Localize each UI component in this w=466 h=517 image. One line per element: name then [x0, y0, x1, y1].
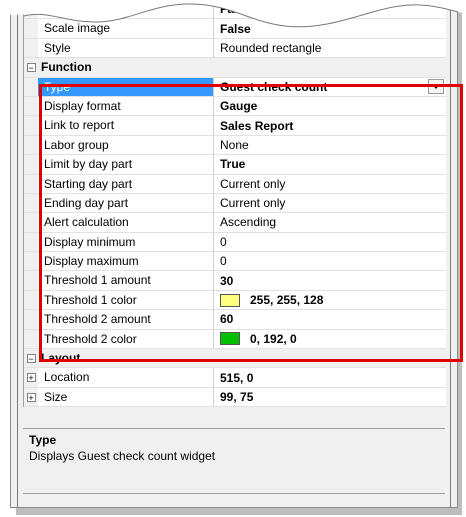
property-value[interactable]: Current only	[214, 175, 446, 193]
property-name: Threshold 1 amount	[38, 271, 214, 290]
property-row-size[interactable]: + Size 99, 75	[24, 387, 446, 408]
property-name: Link to report	[38, 116, 214, 135]
property-name: Style	[38, 38, 214, 58]
row-gutter: −	[24, 58, 38, 77]
property-row-location[interactable]: + Location 515, 0	[24, 368, 446, 388]
property-value[interactable]: Current only	[214, 194, 446, 212]
color-swatch[interactable]	[220, 293, 240, 307]
row-gutter: −	[24, 349, 38, 368]
property-value[interactable]: 0	[214, 233, 446, 251]
property-name: Ending day part	[38, 193, 214, 213]
category-function[interactable]: − Function	[24, 58, 446, 78]
property-row-labor-group[interactable]: Labor group None	[24, 135, 446, 156]
property-name: Alert calculation	[38, 213, 214, 232]
property-name: Display minimum	[38, 232, 214, 252]
property-value[interactable]: 30	[214, 271, 446, 289]
row-gutter	[24, 38, 38, 58]
property-name: Starting day part	[38, 174, 214, 193]
row-gutter	[24, 213, 38, 232]
property-row-ending-day-part[interactable]: Ending day part Current only	[24, 193, 446, 214]
property-name: Threshold 1 color	[38, 290, 214, 310]
collapse-icon[interactable]: −	[26, 353, 36, 363]
property-name: Type	[38, 77, 214, 96]
property-row-display-minimum[interactable]: Display minimum 0	[24, 232, 446, 253]
expand-icon[interactable]: +	[26, 392, 36, 402]
frame-line	[17, 1, 18, 507]
row-gutter	[24, 310, 38, 329]
property-row-threshold-1-color[interactable]: Threshold 1 color 255, 255, 128	[24, 290, 446, 311]
color-swatch[interactable]	[220, 332, 240, 346]
color-value-text: 0, 192, 0	[250, 331, 297, 346]
property-value[interactable]: Ascending	[214, 213, 446, 231]
collapse-icon[interactable]: −	[26, 62, 36, 72]
description-title: Type	[29, 433, 57, 447]
property-value[interactable]: True	[214, 155, 446, 173]
description-panel: Type Displays Guest check count widget	[23, 428, 445, 494]
property-value[interactable]: 255, 255, 128	[214, 291, 446, 309]
property-name: Threshold 2 color	[38, 329, 214, 349]
property-row-display-format[interactable]: Display format Gauge	[24, 96, 446, 117]
row-gutter	[24, 329, 38, 349]
property-value[interactable]: 515, 0	[214, 368, 446, 386]
description-text: Displays Guest check count widget	[29, 449, 216, 463]
property-name: Size	[38, 387, 214, 407]
property-row-threshold-2-color[interactable]: Threshold 2 color 0, 192, 0	[24, 329, 446, 350]
category-layout[interactable]: − Layout	[24, 349, 446, 369]
row-gutter	[24, 290, 38, 310]
property-name: Limit by day part	[38, 155, 214, 174]
color-value-text: 255, 255, 128	[250, 293, 324, 308]
property-row-alert-calculation[interactable]: Alert calculation Ascending	[24, 213, 446, 233]
row-gutter	[24, 232, 38, 252]
row-gutter: +	[24, 387, 38, 407]
property-name: Threshold 2 amount	[38, 310, 214, 329]
property-grid: Outline False Scale image False Style Ro…	[23, 0, 446, 408]
property-row-starting-day-part[interactable]: Starting day part Current only	[24, 174, 446, 194]
torn-edge-decoration	[0, 0, 466, 28]
property-value[interactable]: 0	[214, 252, 446, 270]
property-value[interactable]: None	[214, 136, 446, 154]
frame-line	[450, 1, 451, 507]
type-value-text: Guest check count	[220, 79, 328, 94]
property-row-display-maximum[interactable]: Display maximum 0	[24, 252, 446, 272]
property-value[interactable]: 60	[214, 310, 446, 328]
property-row-threshold-1-amount[interactable]: Threshold 1 amount 30	[24, 271, 446, 291]
row-gutter	[24, 77, 38, 96]
property-value[interactable]: Rounded rectangle	[214, 39, 446, 57]
row-gutter	[24, 174, 38, 193]
property-value[interactable]: Guest check count	[214, 78, 446, 96]
row-gutter	[24, 271, 38, 290]
property-row-limit-by-day-part[interactable]: Limit by day part True	[24, 155, 446, 175]
property-name: Location	[38, 368, 214, 387]
property-name: Labor group	[38, 135, 214, 155]
property-value[interactable]: Gauge	[214, 97, 446, 115]
row-gutter	[24, 96, 38, 116]
property-name: Display format	[38, 96, 214, 116]
property-row-threshold-2-amount[interactable]: Threshold 2 amount 60	[24, 310, 446, 330]
property-row-style[interactable]: Style Rounded rectangle	[24, 38, 446, 59]
row-gutter	[24, 155, 38, 174]
dropdown-button[interactable]	[428, 79, 444, 95]
row-gutter	[24, 252, 38, 271]
property-value[interactable]: 0, 192, 0	[214, 330, 446, 348]
category-label: Layout	[41, 351, 81, 366]
property-value[interactable]: Sales Report	[214, 116, 446, 134]
property-value[interactable]: 99, 75	[214, 388, 446, 406]
property-row-type[interactable]: Type Guest check count	[24, 77, 446, 97]
property-name: Display maximum	[38, 252, 214, 271]
category-label: Function	[41, 60, 92, 75]
row-gutter	[24, 193, 38, 213]
property-row-link-to-report[interactable]: Link to report Sales Report	[24, 116, 446, 136]
chevron-down-icon	[432, 84, 440, 90]
row-gutter: +	[24, 368, 38, 387]
row-gutter	[24, 135, 38, 155]
expand-icon[interactable]: +	[26, 373, 36, 383]
row-gutter	[24, 116, 38, 135]
